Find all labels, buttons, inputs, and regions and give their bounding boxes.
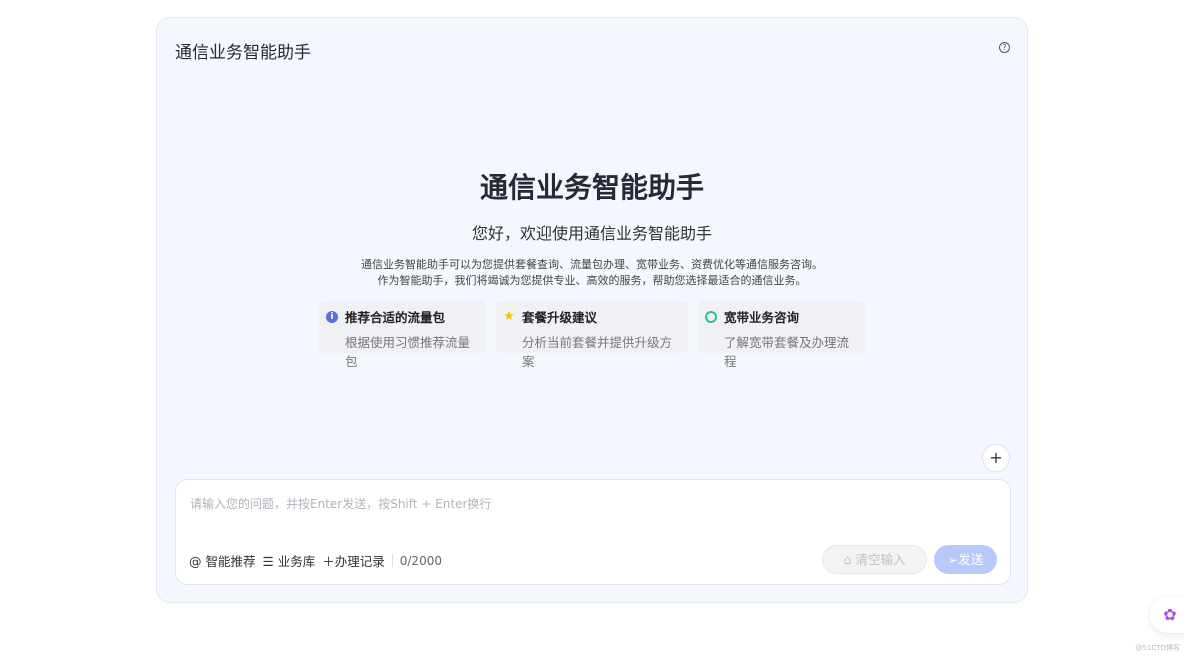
suggestion-card-broadband[interactable]: 宽带业务咨询 了解宽带套餐及办理流程: [698, 301, 865, 353]
brain-icon: ✿: [1163, 605, 1176, 624]
desc-line: 作为智能助手，我们将竭诚为您提供专业、高效的服务，帮助您选择最适合的通信业务。: [157, 273, 1027, 289]
divider: [392, 554, 393, 567]
info-icon: i: [326, 311, 338, 323]
brain-assistant-button[interactable]: ✿: [1150, 597, 1184, 633]
welcome-title: 通信业务智能助手: [157, 166, 1027, 206]
send-button[interactable]: ➢发送: [934, 545, 997, 574]
desc-line: 通信业务智能助手可以为您提供套餐查询、流量包办理、宽带业务、资费优化等通信服务咨…: [157, 257, 1027, 273]
welcome-description: 通信业务智能助手可以为您提供套餐查询、流量包办理、宽带业务、资费优化等通信服务咨…: [157, 257, 1027, 289]
tool-label: 智能推荐: [205, 554, 255, 569]
plus-icon: ＋: [322, 554, 335, 569]
card-subtitle: 了解宽带套餐及办理流程: [705, 332, 857, 370]
card-title: 套餐升级建议: [522, 307, 597, 326]
at-icon: @: [189, 554, 202, 569]
card-subtitle: 分析当前套餐并提供升级方案: [503, 332, 680, 370]
watermark: @51CTO博客: [1135, 643, 1180, 653]
card-title: 宽带业务咨询: [724, 307, 799, 326]
chat-input-box[interactable]: 请输入您的问题，并按Enter发送，按Shift + Enter换行 @ 智能推…: [175, 479, 1011, 585]
clear-input-button[interactable]: ⌂ 清空输入: [822, 545, 927, 574]
input-toolbar: @ 智能推荐 ☰ 业务库 ＋办理记录 0/2000: [189, 551, 442, 570]
chat-input-placeholder[interactable]: 请输入您的问题，并按Enter发送，按Shift + Enter换行: [190, 495, 491, 512]
suggestion-card-upgrade[interactable]: ★套餐升级建议 分析当前套餐并提供升级方案: [496, 301, 688, 353]
card-title: 推荐合适的流量包: [345, 307, 445, 326]
card-subtitle: 根据使用习惯推荐流量包: [326, 332, 478, 370]
suggestion-cards: i推荐合适的流量包 根据使用习惯推荐流量包 ★套餐升级建议 分析当前套餐并提供升…: [157, 301, 1027, 353]
send-icon: ➢: [948, 552, 958, 567]
send-label: 发送: [958, 552, 983, 567]
clear-label: 清空输入: [855, 552, 905, 567]
star-icon: ★: [503, 311, 515, 323]
list-icon: ☰: [263, 554, 274, 569]
new-chat-button[interactable]: +: [982, 444, 1010, 472]
header-title: 通信业务智能助手: [175, 38, 311, 63]
business-library-button[interactable]: ☰ 业务库: [263, 551, 316, 570]
smart-recommend-button[interactable]: @ 智能推荐: [189, 551, 256, 570]
question-circle-icon[interactable]: ?: [999, 42, 1010, 53]
suggestion-card-data-pack[interactable]: i推荐合适的流量包 根据使用习惯推荐流量包: [319, 301, 486, 353]
char-count: 0/2000: [400, 554, 442, 568]
records-button[interactable]: ＋办理记录: [322, 551, 385, 570]
tool-label: 办理记录: [335, 554, 385, 569]
chat-panel: 通信业务智能助手 ? 通信业务智能助手 您好，欢迎使用通信业务智能助手 通信业务…: [156, 17, 1028, 603]
welcome-section: 通信业务智能助手 您好，欢迎使用通信业务智能助手 通信业务智能助手可以为您提供套…: [157, 166, 1027, 353]
circle-icon: [705, 311, 717, 323]
tool-label: 业务库: [278, 554, 316, 569]
broom-icon: ⌂: [844, 552, 852, 567]
welcome-subtitle: 您好，欢迎使用通信业务智能助手: [157, 220, 1027, 244]
